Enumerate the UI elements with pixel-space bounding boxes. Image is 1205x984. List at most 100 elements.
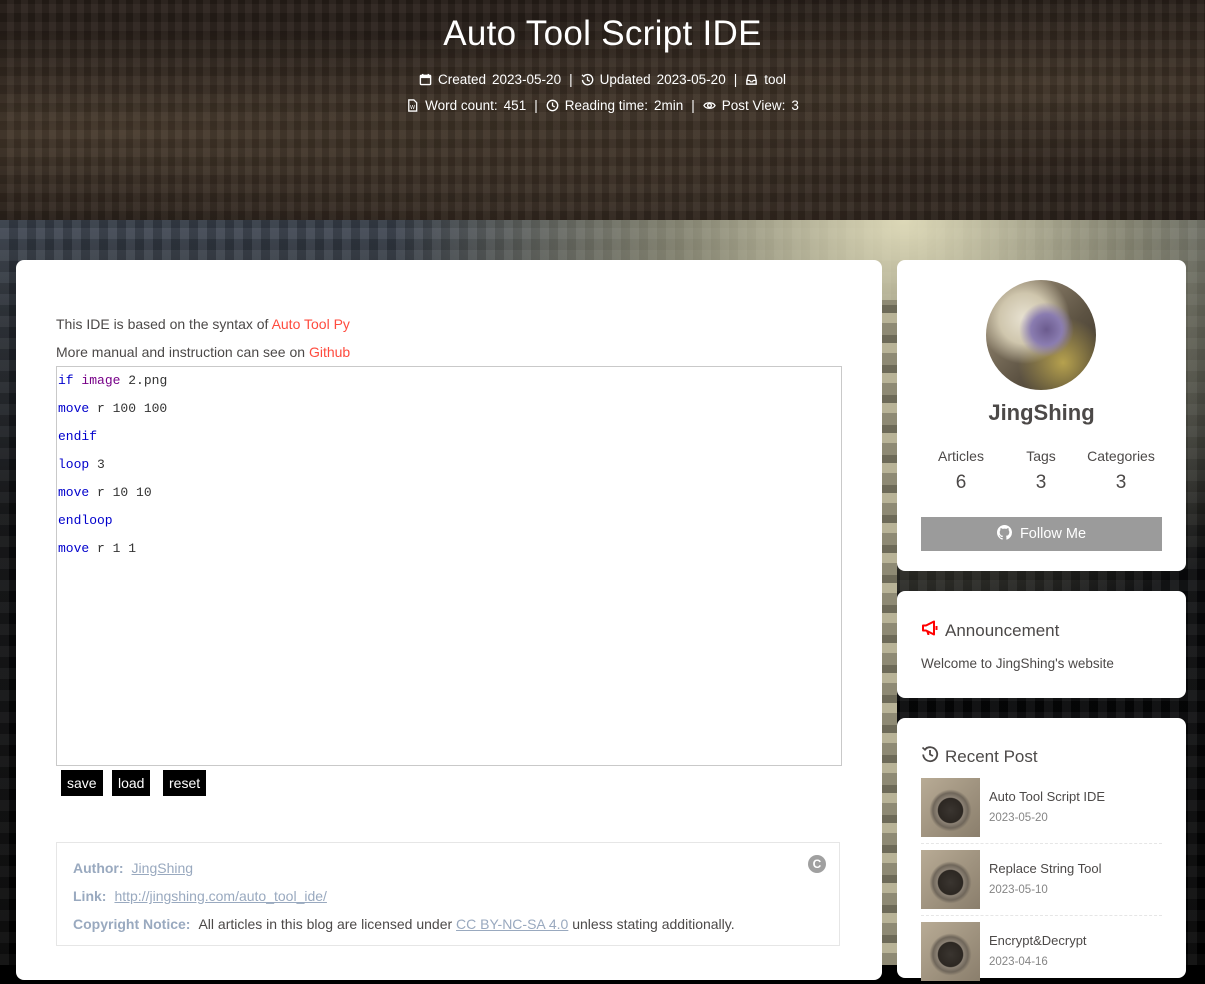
copyright-link-row: Link: http://jingshing.com/auto_tool_ide/ [73, 888, 327, 904]
recent-post-item[interactable]: Auto Tool Script IDE 2023-05-20 [921, 778, 1162, 844]
code-keyword: move [58, 485, 90, 500]
code-args: r 100 100 [89, 401, 168, 416]
code-args: r 10 10 [89, 485, 152, 500]
code-args: r 1 1 [89, 541, 137, 556]
author-name: JingShing [988, 400, 1095, 425]
intro-line-syntax: This IDE is based on the syntax of Auto … [56, 316, 350, 332]
background-strip [882, 300, 897, 965]
created-date: 2023-05-20 [492, 72, 562, 87]
recent-posts-card: Recent Post Auto Tool Script IDE 2023-05… [897, 718, 1186, 981]
code-keyword-alt: image [81, 373, 121, 388]
clock-icon [546, 99, 559, 112]
meta-separator: | [733, 72, 738, 87]
recent-posts-title: Recent Post [945, 746, 1038, 766]
announcement-title: Announcement [945, 620, 1060, 640]
reading-time-value: 2min [654, 98, 684, 113]
word-count-label: Word count: [425, 98, 498, 113]
meta-separator: | [569, 72, 573, 87]
post-view-value: 3 [791, 98, 799, 113]
post-permalink[interactable]: http://jingshing.com/auto_tool_ide/ [114, 888, 326, 904]
history-icon [921, 745, 939, 768]
copyright-box: Author: JingShing Link: http://jingshing.c… [56, 842, 840, 946]
code-line: move r 1 1 [58, 539, 136, 559]
announcement-card: Announcement Welcome to JingShing's webs… [897, 591, 1186, 698]
follow-me-label: Follow Me [1019, 526, 1087, 542]
post-title[interactable]: Auto Tool Script IDE [989, 789, 1105, 804]
reading-time-label: Reading time: [564, 98, 649, 113]
categories-label: Categories [1087, 448, 1155, 464]
history-icon [581, 73, 594, 86]
word-count-value: 451 [503, 98, 527, 113]
load-button[interactable]: load [112, 770, 151, 796]
post-header-content: Auto Tool Script IDE Created 2023-05-20 … [0, 0, 1205, 220]
intro-syntax-text: This IDE is based on the syntax of [56, 316, 272, 332]
post-date: 2023-05-20 [989, 812, 1048, 824]
file-word-icon: W [406, 99, 419, 112]
code-line: endloop [58, 511, 113, 531]
tags-label: Tags [1026, 448, 1056, 464]
auto-tool-py-link[interactable]: Auto Tool Py [272, 316, 350, 332]
post-thumbnail[interactable] [921, 778, 980, 837]
post-view-label: Post View: [721, 98, 786, 113]
code-keyword: loop [58, 457, 90, 472]
recent-posts-header: Recent Post [921, 745, 1038, 768]
announcement-text: Welcome to JingShing's website [921, 656, 1114, 671]
tags-count: 3 [1035, 472, 1047, 493]
code-keyword: endloop [58, 513, 113, 528]
post-divider [921, 915, 1162, 916]
notice-key: Copyright Notice: [73, 916, 191, 932]
articles-count: 6 [955, 472, 967, 493]
updated-label: Updated [599, 72, 651, 87]
code-line: move r 100 100 [58, 399, 167, 419]
save-button[interactable]: save [61, 770, 103, 796]
categories-stat[interactable]: Categories 3 [1081, 448, 1161, 494]
post-date: 2023-04-16 [989, 956, 1048, 968]
code-args: 2.png [120, 373, 168, 388]
author-info-card: JingShing Articles 6 Tags 3 Categories 3… [897, 260, 1186, 571]
post-title[interactable]: Encrypt&Decrypt [989, 933, 1087, 948]
notice-text: All articles in this blog are licensed u… [198, 916, 457, 932]
license-link[interactable]: CC BY-NC-SA 4.0 [456, 916, 568, 932]
category-link[interactable]: tool [764, 72, 786, 87]
intro-line-manual: More manual and instruction can see on G… [56, 344, 350, 360]
github-icon [996, 524, 1012, 544]
avatar [986, 280, 1096, 390]
calendar-icon [419, 73, 432, 86]
reset-button[interactable]: reset [163, 770, 207, 796]
megaphone-icon [921, 619, 939, 642]
code-line: loop 3 [58, 455, 105, 475]
copyright-notice-row: Copyright Notice: All articles in this bl… [73, 916, 735, 932]
page-title: Auto Tool Script IDE [443, 14, 762, 53]
post-meta-line-2: W Word count: 451 | Reading time: 2min |… [0, 98, 1205, 113]
notice-suffix: unless stating additionally. [568, 916, 735, 932]
announcement-header: Announcement [921, 619, 1059, 642]
copyright-author-row: Author: JingShing [73, 860, 193, 876]
recent-post-item[interactable]: Encrypt&Decrypt 2023-04-16 [921, 922, 1162, 984]
svg-text:W: W [410, 105, 415, 111]
code-line: if image 2.png [58, 371, 167, 391]
meta-separator: | [534, 98, 538, 113]
post-title[interactable]: Replace String Tool [989, 861, 1102, 876]
articles-label: Articles [938, 448, 984, 464]
follow-me-button[interactable]: Follow Me [921, 517, 1162, 551]
link-key: Link: [73, 888, 107, 904]
creative-commons-icon: C [808, 855, 826, 873]
intro-manual-text: More manual and instruction can see on [56, 344, 309, 360]
code-line: move r 10 10 [58, 483, 152, 503]
recent-post-item[interactable]: Replace String Tool 2023-05-10 [921, 850, 1162, 916]
code-args: 3 [89, 457, 105, 472]
post-date: 2023-05-10 [989, 884, 1048, 896]
tags-stat[interactable]: Tags 3 [1001, 448, 1081, 494]
code-keyword: endif [58, 429, 98, 444]
updated-date: 2023-05-20 [656, 72, 726, 87]
articles-stat[interactable]: Articles 6 [921, 448, 1001, 494]
github-link[interactable]: Github [309, 344, 350, 360]
post-meta-line-1: Created 2023-05-20 | Updated 2023-05-20 … [0, 72, 1205, 87]
eye-icon [702, 99, 716, 112]
post-divider [921, 843, 1162, 844]
post-thumbnail[interactable] [921, 922, 980, 981]
post-thumbnail[interactable] [921, 850, 980, 909]
code-editor[interactable]: if image 2.png move r 100 100 endif loop… [56, 366, 842, 766]
author-link[interactable]: JingShing [132, 860, 194, 876]
post-header: Auto Tool Script IDE Created 2023-05-20 … [0, 0, 1205, 220]
